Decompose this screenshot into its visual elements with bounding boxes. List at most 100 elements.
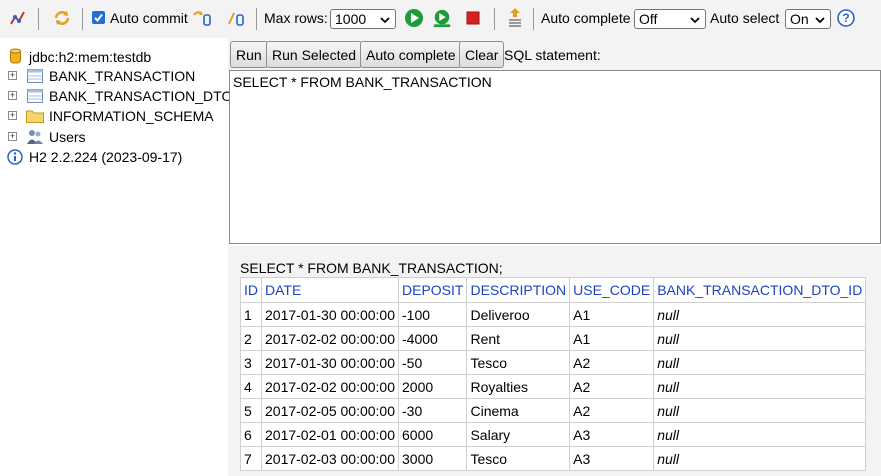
table-icon [27, 89, 43, 106]
tree-item-label: INFORMATION_SCHEMA [49, 108, 214, 124]
run-selected-icon[interactable] [432, 8, 452, 28]
cell-deposit: -4000 [397, 326, 468, 351]
max-rows-value: 1000 [335, 11, 367, 27]
run-selected-button[interactable]: Run Selected [266, 41, 363, 68]
expand-icon[interactable]: + [8, 71, 17, 80]
table-header-row: ID DATE DEPOSIT DESCRIPTION USE_CODE BAN… [240, 277, 867, 303]
query-toolbar: Run Run Selected Auto complete Clear SQL… [228, 38, 881, 72]
help-icon[interactable]: ? [836, 8, 856, 28]
object-tree: jdbc:h2:mem:testdb + BANK_TRANSACTION + … [0, 38, 232, 476]
auto-complete-label: Auto complete [541, 10, 631, 26]
history-icon[interactable] [505, 8, 525, 28]
cell-date: 2017-02-01 00:00:00 [261, 422, 399, 447]
tree-item-information-schema[interactable]: + INFORMATION_SCHEMA [0, 106, 228, 126]
auto-complete-button[interactable]: Auto complete [360, 41, 462, 68]
table-icon [27, 69, 43, 86]
table-row: 4 2017-02-02 00:00:00 2000 Royalties A2 … [240, 374, 867, 399]
cell-use-code: A3 [569, 422, 655, 447]
cell-id: 3 [240, 350, 262, 375]
auto-select-label: Auto select [710, 10, 780, 26]
tree-item-bank-transaction-dto[interactable]: + BANK_TRANSACTION_DTO [0, 86, 232, 106]
cell-dto-id: null [653, 446, 867, 471]
cell-date: 2017-01-30 00:00:00 [261, 350, 399, 375]
run-button[interactable]: Run [230, 41, 268, 68]
version-label: H2 2.2.224 (2023-09-17) [29, 149, 183, 165]
table-row: 6 2017-02-01 00:00:00 6000 Salary A3 nul… [240, 422, 867, 447]
tree-item-users[interactable]: + Users [0, 127, 228, 147]
expand-icon[interactable]: + [8, 91, 17, 100]
stop-icon[interactable] [463, 8, 483, 28]
auto-commit-checkbox[interactable] [92, 11, 105, 24]
auto-commit-label[interactable]: Auto commit [110, 10, 188, 26]
toolbar-separator [38, 8, 39, 30]
cell-deposit: 6000 [397, 422, 468, 447]
expand-icon[interactable]: + [8, 111, 17, 120]
column-header-id[interactable]: ID [240, 277, 262, 303]
table-row: 1 2017-01-30 00:00:00 -100 Deliveroo A1 … [240, 302, 867, 327]
auto-select-value: On [790, 11, 809, 27]
cell-use-code: A2 [569, 398, 655, 423]
tree-item-label: BANK_TRANSACTION_DTO [49, 88, 233, 104]
tree-item-bank-transaction[interactable]: + BANK_TRANSACTION [0, 66, 228, 86]
cell-use-code: A2 [569, 350, 655, 375]
table-row: 7 2017-02-03 00:00:00 3000 Tesco A3 null [240, 446, 867, 471]
cell-id: 6 [240, 422, 262, 447]
cell-id: 5 [240, 398, 262, 423]
cell-date: 2017-02-03 00:00:00 [261, 446, 399, 471]
cell-date: 2017-01-30 00:00:00 [261, 302, 399, 327]
column-header-deposit[interactable]: DEPOSIT [397, 277, 468, 303]
users-icon [26, 129, 44, 148]
expand-icon[interactable]: + [8, 132, 17, 141]
cell-dto-id: null [653, 398, 867, 423]
column-header-use-code[interactable]: USE_CODE [569, 277, 655, 303]
info-icon [7, 149, 23, 168]
clear-button[interactable]: Clear [459, 41, 505, 68]
column-header-date[interactable]: DATE [261, 277, 399, 303]
cell-use-code: A1 [569, 326, 655, 351]
rollback-icon[interactable] [226, 8, 246, 28]
cell-id: 1 [240, 302, 262, 327]
auto-complete-value: Off [639, 11, 658, 27]
result-table: ID DATE DEPOSIT DESCRIPTION USE_CODE BAN… [240, 277, 867, 471]
toolbar: Auto commit Max rows: 1000 Auto complete… [0, 0, 881, 38]
folder-icon [26, 109, 44, 126]
cell-description: Rent [466, 326, 571, 351]
svg-text:?: ? [842, 11, 849, 25]
cell-date: 2017-02-05 00:00:00 [261, 398, 399, 423]
disconnect-icon[interactable] [8, 8, 28, 28]
result-query: SELECT * FROM BANK_TRANSACTION; [240, 260, 503, 276]
connection-label: jdbc:h2:mem:testdb [29, 49, 152, 65]
run-icon[interactable] [404, 8, 424, 28]
cell-description: Cinema [466, 398, 571, 423]
cell-use-code: A1 [569, 302, 655, 327]
max-rows-label: Max rows: [264, 10, 328, 26]
table-row: 5 2017-02-05 00:00:00 -30 Cinema A2 null [240, 398, 867, 423]
cell-deposit: -100 [397, 302, 468, 327]
cell-id: 2 [240, 326, 262, 351]
database-icon [10, 48, 21, 68]
toolbar-separator [494, 8, 495, 30]
column-header-description[interactable]: DESCRIPTION [466, 277, 571, 303]
cell-deposit: 2000 [397, 374, 468, 399]
max-rows-select[interactable]: 1000 [330, 9, 396, 29]
auto-select-select[interactable]: On [785, 9, 831, 29]
table-row: 3 2017-01-30 00:00:00 -50 Tesco A2 null [240, 350, 867, 375]
cell-dto-id: null [653, 350, 867, 375]
sql-statement-label: SQL statement: [504, 47, 601, 63]
cell-description: Deliveroo [466, 302, 571, 327]
sql-editor[interactable]: SELECT * FROM BANK_TRANSACTION [229, 70, 881, 244]
cell-use-code: A3 [569, 446, 655, 471]
column-header-dto-id[interactable]: BANK_TRANSACTION_DTO_ID [653, 277, 867, 303]
cell-deposit: 3000 [397, 446, 468, 471]
cell-dto-id: null [653, 374, 867, 399]
tree-connection[interactable]: jdbc:h2:mem:testdb [0, 47, 228, 67]
refresh-icon[interactable] [52, 8, 72, 28]
commit-icon[interactable] [192, 8, 212, 28]
cell-description: Tesco [466, 350, 571, 375]
auto-complete-select[interactable]: Off [634, 9, 706, 29]
chevron-down-icon [814, 13, 826, 29]
cell-id: 4 [240, 374, 262, 399]
cell-description: Salary [466, 422, 571, 447]
toolbar-separator [256, 8, 257, 30]
toolbar-separator [82, 8, 83, 30]
